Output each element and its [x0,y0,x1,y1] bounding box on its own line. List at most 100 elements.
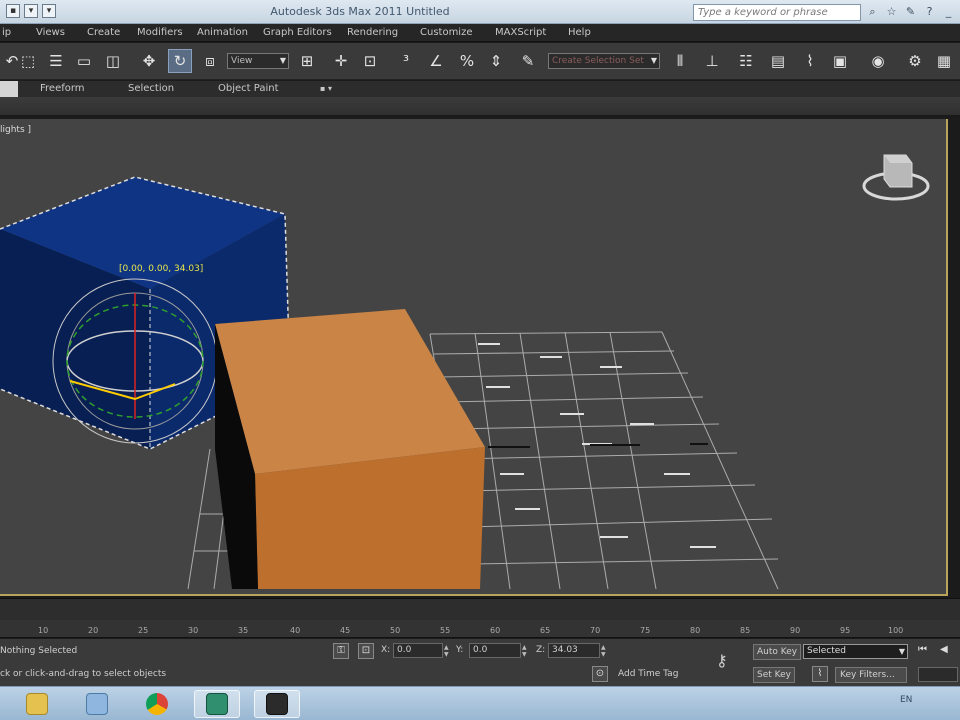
window-title: Autodesk 3ds Max 2011 Untitled [270,5,450,18]
lock-selection-icon[interactable]: ⚿ [333,643,349,659]
reference-coord-dropdown[interactable]: View ▼ [227,53,289,69]
select-object-icon[interactable]: ⬚ [16,49,40,73]
time-tag-icon[interactable]: ⊙ [592,666,608,682]
document-icon [86,693,108,715]
z-spinner[interactable]: ▲ ▼ [601,644,607,658]
taskbar-chrome[interactable] [134,690,180,718]
tick-label: 60 [490,626,501,635]
align-icon[interactable]: ⊥ [700,49,724,73]
perspective-viewport[interactable]: lights ] [0.00, 0.00, 34.03] [0,119,948,596]
viewcube-icon[interactable] [862,154,930,201]
add-time-tag-button[interactable]: Add Time Tag [618,669,678,679]
search-input[interactable]: Type a keyword or phrase [693,4,861,21]
menu-customize[interactable]: Customize [420,24,473,42]
named-selection-dropdown[interactable]: Create Selection Set ▼ [548,53,660,69]
taskbar-3dsmax[interactable] [254,690,300,718]
absolute-mode-icon[interactable]: ⊡ [358,643,374,659]
menu-modifiers[interactable]: Modifiers [137,24,183,42]
system-tray[interactable]: EN [900,695,912,705]
auto-key-button[interactable]: Auto Key [753,644,802,660]
menu-create[interactable]: Create [87,24,120,42]
edit-named-selection-icon[interactable]: ✎ [516,49,540,73]
ribbon-options-icon[interactable]: ▪ ▾ [320,81,332,97]
named-selection-value: Create Selection Set [552,56,644,66]
3dsmax-app-icon [266,693,288,715]
viewport-label[interactable]: lights ] [0,125,31,135]
tick-label: 85 [740,626,751,635]
menu-views[interactable]: Views [36,24,65,42]
orange-box-object[interactable] [215,309,485,589]
tab-selection[interactable]: Selection [128,81,174,97]
angle-snap-icon[interactable]: ∠ [424,49,448,73]
graphite-modeling-icon[interactable]: ▤ [766,49,790,73]
ribbon-panel [0,97,960,117]
schematic-view-icon[interactable]: ▣ [828,49,852,73]
menu-animation[interactable]: Animation [197,24,248,42]
rendered-frame-window-icon[interactable]: ▦ [932,49,956,73]
menu-help[interactable]: Help [568,24,591,42]
os-taskbar: EN [0,686,960,720]
time-slider[interactable] [0,598,960,620]
render-setup-icon[interactable]: ⚙ [903,49,927,73]
menu-group[interactable]: ip [2,24,11,42]
z-label: Z: [536,645,546,655]
curve-editor-icon[interactable]: ⌇ [798,49,822,73]
track-bar[interactable]: 10 20 25 30 35 40 45 50 55 60 65 70 75 8… [0,620,960,638]
menu-graph-editors[interactable]: Graph Editors [263,24,332,42]
select-by-name-icon[interactable]: ☰ [44,49,68,73]
spinner-snap-icon[interactable]: ⇕ [484,49,508,73]
key-mode-value: Selected [807,646,847,656]
gizmo-coordinate-readout: [0.00, 0.00, 34.03] [119,264,204,274]
select-manipulate-icon[interactable]: ✛ [329,49,353,73]
tick-label: 40 [290,626,301,635]
mirror-icon[interactable]: ⫴ [668,49,692,73]
taskbar-document[interactable] [74,690,120,718]
layer-manager-icon[interactable]: ☷ [734,49,758,73]
previous-frame-icon[interactable]: ◀ [940,644,948,655]
3dsmax-icon [206,693,228,715]
tick-label: 75 [640,626,651,635]
set-keys-icon[interactable]: ⌇ [812,666,828,682]
select-rotate-icon[interactable]: ↻ [168,49,192,73]
pivot-center-icon[interactable]: ⊞ [295,49,319,73]
taskbar-explorer[interactable] [14,690,60,718]
snaps-toggle-icon[interactable]: ³ [394,49,418,73]
help-icon[interactable]: ? [923,3,936,20]
key-mode-dropdown[interactable]: Selected ▼ [803,644,908,659]
tick-label: 80 [690,626,701,635]
menu-bar: ip Views Create Modifiers Animation Grap… [0,24,960,42]
tools-icon[interactable]: ✎ [904,3,917,20]
y-spinner[interactable]: ▲ ▼ [522,644,528,658]
keyboard-shortcut-icon[interactable]: ⊡ [358,49,382,73]
chevron-down-icon: ▼ [650,56,657,65]
rectangle-selection-icon[interactable]: ▭ [72,49,96,73]
material-editor-icon[interactable]: ◉ [866,49,890,73]
percent-snap-icon[interactable]: % [455,49,479,73]
tab-freeform[interactable]: Freeform [40,81,85,97]
tab-graphite-modeling[interactable] [0,81,18,97]
tick-label: 35 [238,626,249,635]
y-coordinate-field[interactable]: 0.0 [469,643,521,658]
go-to-start-icon[interactable]: ⏮ [918,644,927,655]
select-move-icon[interactable]: ✥ [137,49,161,73]
key-icon[interactable]: ⚷ [716,651,728,670]
selection-info: Nothing Selected [0,646,78,656]
set-key-button[interactable]: Set Key [753,667,795,683]
search-icon[interactable]: ⌕ [866,3,879,20]
menu-rendering[interactable]: Rendering [347,24,398,42]
current-frame-field[interactable] [918,667,958,682]
reference-coord-value: View [231,56,253,66]
window-crossing-icon[interactable]: ◫ [101,49,125,73]
menu-maxscript[interactable]: MAXScript [495,24,546,42]
minimize-icon[interactable]: _ [942,3,955,20]
x-coordinate-field[interactable]: 0.0 [393,643,443,658]
key-filters-button[interactable]: Key Filters... [835,667,907,683]
x-spinner[interactable]: ▲ ▼ [444,644,450,658]
tick-label: 70 [590,626,601,635]
scene-canvas[interactable] [0,119,948,596]
star-icon[interactable]: ☆ [885,3,898,20]
z-coordinate-field[interactable]: 34.03 [548,643,600,658]
select-scale-icon[interactable]: ⧈ [198,49,222,73]
tab-object-paint[interactable]: Object Paint [218,81,279,97]
taskbar-3dsmax-green[interactable] [194,690,240,718]
